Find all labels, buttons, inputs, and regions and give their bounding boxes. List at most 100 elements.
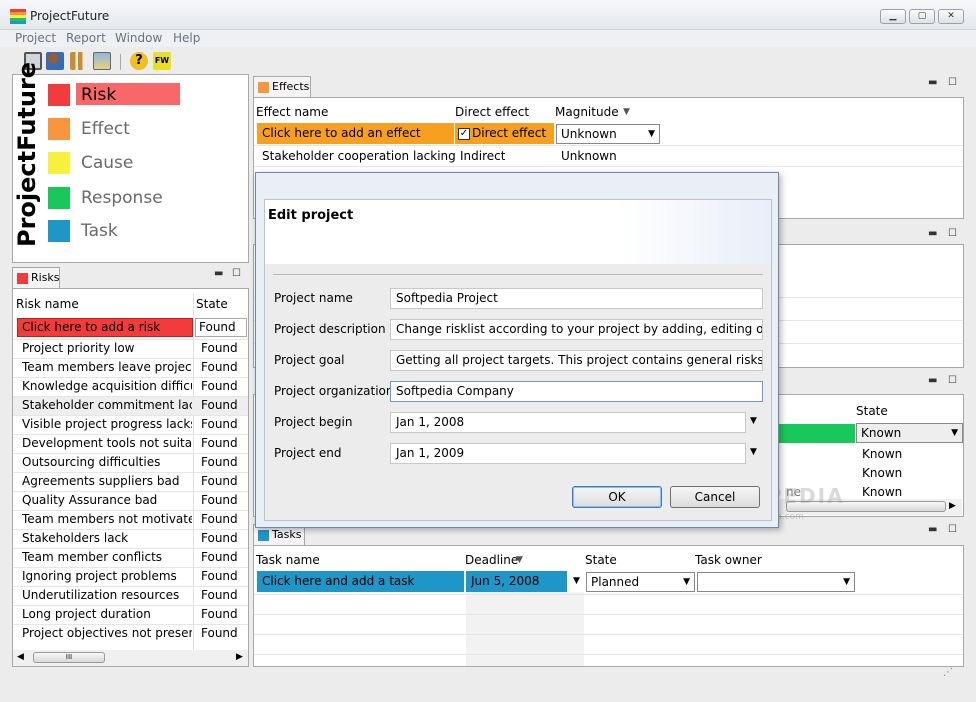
resize-grip-icon[interactable]: ⋰ [943,667,953,678]
scroll-thumb[interactable]: III [33,652,105,663]
risk-name-cell[interactable]: Ignoring project problems [22,569,192,583]
response-state-dropdown[interactable]: Known ▼ [856,423,963,443]
risk-name-cell[interactable]: Project objectives not present [22,626,192,640]
risk-state-header[interactable]: State [196,297,228,311]
risk-name-cell[interactable]: Outsourcing difficulties [22,455,192,469]
scroll-right-icon[interactable]: ▶ [949,501,956,511]
chart-icon[interactable] [70,52,88,70]
cancel-button[interactable]: Cancel [670,486,760,508]
risk-name-cell[interactable]: Agreements suppliers bad [22,474,192,488]
image-icon[interactable] [93,52,111,70]
risk-state-cell[interactable]: Found [201,588,238,602]
causes-maximize-icon[interactable]: ☐ [948,228,957,239]
tasks-maximize-icon[interactable]: ☐ [948,524,957,535]
risk-name-cell[interactable]: Stakeholder commitment lacks [22,398,192,412]
project-description-field[interactable]: Change risklist according to your projec… [390,319,763,340]
risk-name-cell[interactable]: Stakeholders lack [22,531,192,545]
risk-state-cell[interactable]: Found [201,550,238,564]
deadline-header[interactable]: Deadline [465,553,518,567]
risk-name-cell[interactable]: Quality Assurance bad [22,493,192,507]
risk-state-cell[interactable]: Found [201,417,238,431]
legend-task[interactable]: Task [81,221,118,241]
risk-state-cell[interactable]: Found [201,341,238,355]
risk-state-cell[interactable]: Found [201,360,238,374]
sort-down-icon[interactable]: ▼ [516,555,523,565]
menu-help[interactable]: Help [173,31,200,45]
risk-state-cell[interactable]: Found [201,531,238,545]
effect-row-direct[interactable]: Indirect [460,149,505,163]
response-state-row[interactable]: Known [862,466,902,480]
effect-row-name[interactable]: Stakeholder cooperation lacking [262,149,456,163]
risk-name-cell[interactable]: Long project duration [22,607,192,621]
magnitude-dropdown[interactable]: Unknown ▼ [556,124,660,144]
risks-maximize-icon[interactable]: ☐ [232,268,241,279]
chevron-down-icon[interactable]: ▼ [573,576,580,586]
project-organization-field[interactable]: Softpedia Company [390,381,763,402]
close-window-button[interactable]: ✕ [938,9,964,24]
help-icon[interactable]: ? [130,52,148,70]
legend-cause[interactable]: Cause [81,153,133,173]
response-state-header[interactable]: State [856,404,888,418]
risk-state-cell[interactable]: Found [201,455,238,469]
risk-state-cell[interactable]: Found [201,569,238,583]
direct-effect-header[interactable]: Direct effect [455,105,529,119]
risk-state-cell[interactable]: Found [201,607,238,621]
response-state-row[interactable]: Known [862,485,902,499]
risk-name-cell[interactable]: Team member conflicts [22,550,192,564]
effects-maximize-icon[interactable]: ☐ [948,77,957,88]
effect-row-magnitude[interactable]: Unknown [561,149,617,163]
responses-minimize-icon[interactable]: ▬ [928,375,937,386]
minimize-button[interactable]: ▁ [880,9,906,24]
responses-maximize-icon[interactable]: ☐ [948,375,957,386]
effects-minimize-icon[interactable]: ▬ [928,77,937,88]
risk-state-cell[interactable]: Found [201,436,238,450]
project-begin-field[interactable]: Jan 1, 2008 [390,412,746,433]
task-state-dropdown[interactable]: Planned ▼ [586,572,695,592]
causes-minimize-icon[interactable]: ▬ [928,228,937,239]
date-picker-chevron-icon[interactable]: ▼ [750,447,757,457]
menu-report[interactable]: Report [66,31,106,45]
effect-name-header[interactable]: Effect name [256,105,328,119]
risk-name-cell[interactable]: Development tools not suitable [22,436,192,450]
tab-risks[interactable]: Risks [12,267,60,288]
risk-state-cell[interactable]: Found [201,379,238,393]
date-picker-chevron-icon[interactable]: ▼ [750,416,757,426]
fw-icon[interactable]: FW [153,52,171,70]
risk-name-header[interactable]: Risk name [16,297,79,311]
menu-window[interactable]: Window [115,31,162,45]
legend-effect[interactable]: Effect [81,119,130,139]
project-name-field[interactable]: Softpedia Project [390,288,763,309]
risk-state-cell[interactable]: Found [201,474,238,488]
task-state-header[interactable]: State [585,553,617,567]
risk-state-cell[interactable]: Found [201,626,238,640]
legend-risk[interactable]: Risk [81,85,116,105]
risk-state-cell[interactable]: Found [201,398,238,412]
risks-hscrollbar[interactable]: ◀ III ▶ [13,650,248,666]
ok-button[interactable]: OK [572,486,662,508]
menu-project[interactable]: Project [15,31,56,45]
response-state-row[interactable]: Known [862,447,902,461]
risks-minimize-icon[interactable]: ▬ [214,268,223,279]
sort-down-icon[interactable]: ▼ [623,107,630,117]
scroll-left-icon[interactable]: ◀ [17,652,24,662]
users-icon[interactable] [46,52,64,70]
risk-name-cell[interactable]: Team members not motivated [22,512,192,526]
risk-state-cell[interactable]: Found [201,512,238,526]
risk-name-cell[interactable]: Visible project progress lacks [22,417,192,431]
risk-state-cell[interactable]: Found [201,493,238,507]
risk-name-cell[interactable]: Underutilization resources [22,588,192,602]
direct-effect-checkbox[interactable]: ✓ [458,128,470,140]
project-end-field[interactable]: Jan 1, 2009 [390,443,746,464]
tab-effects[interactable]: Effects [253,76,311,97]
risk-name-cell[interactable]: Knowledge acquisition difficult [22,379,192,393]
task-owner-header[interactable]: Task owner [695,553,762,567]
task-name-header[interactable]: Task name [256,553,320,567]
risk-name-cell[interactable]: Team members leave project [22,360,192,374]
legend-response[interactable]: Response [81,188,163,208]
maximize-button[interactable]: ▢ [909,9,935,24]
project-goal-field[interactable]: Getting all project targets. This projec… [390,350,763,371]
tasks-minimize-icon[interactable]: ▬ [928,524,937,535]
magnitude-header[interactable]: Magnitude [555,105,619,119]
add-response-row[interactable] [777,424,855,443]
risk-name-cell[interactable]: Project priority low [22,341,192,355]
